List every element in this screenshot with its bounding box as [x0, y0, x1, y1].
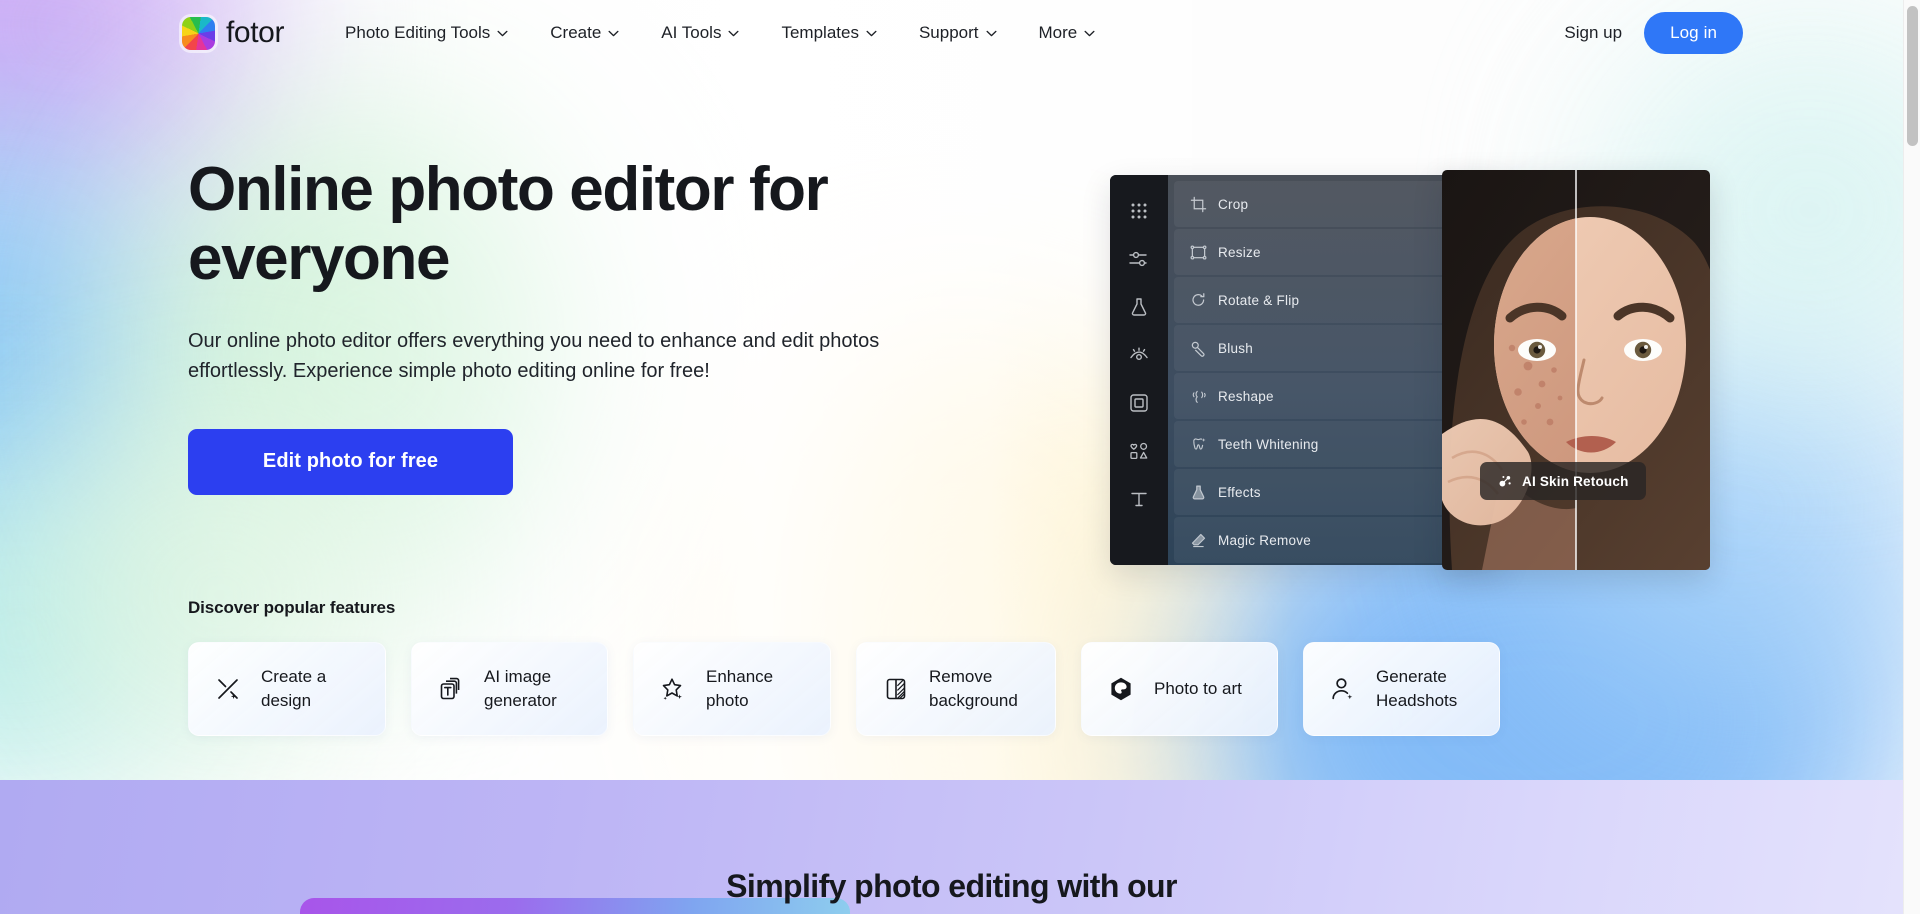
sparkle-star-icon [660, 676, 687, 703]
teeth-whitening-icon [1190, 436, 1207, 453]
headshot-person-icon [1330, 676, 1357, 703]
ai-skin-retouch-icon [1497, 473, 1513, 489]
editor-mockup: Crop Resize Rotate & Flip Blush Reshape [1110, 170, 1710, 570]
feature-card-create-a-design[interactable]: Create a design [188, 642, 386, 736]
header-actions: Sign up Log in [1564, 12, 1743, 54]
sliders-adjust-icon[interactable] [1127, 247, 1151, 271]
tool-label: Reshape [1218, 388, 1274, 404]
tool-label: Rotate & Flip [1218, 292, 1300, 308]
feature-card-photo-to-art[interactable]: Photo to art [1081, 642, 1278, 736]
nav-item-create[interactable]: Create [529, 14, 640, 52]
hero-copy: Online photo editor for everyone Our onl… [188, 155, 948, 495]
feature-label: Remove background [929, 667, 1018, 710]
nav-label: Support [918, 23, 979, 42]
eye-retouch-icon[interactable] [1127, 343, 1151, 367]
editor-left-rail [1110, 175, 1168, 565]
ai-skin-retouch-label: AI Skin Retouch [1522, 473, 1629, 489]
resize-icon [1190, 244, 1207, 261]
log-in-button[interactable]: Log in [1644, 12, 1743, 54]
page-viewport: fotor Photo Editing Tools Create AI Tool… [0, 0, 1903, 914]
blush-icon [1190, 340, 1207, 357]
feature-card-ai-image-generator[interactable]: AI image generator [411, 642, 608, 736]
chevron-down-icon [866, 30, 877, 37]
grid-dots-icon[interactable] [1127, 199, 1151, 223]
scrollbar-thumb[interactable] [1907, 6, 1918, 146]
popular-features-section: Discover popular features Create a desig… [188, 598, 1708, 736]
site-header: fotor Photo Editing Tools Create AI Tool… [0, 0, 1903, 66]
chevron-down-icon [728, 30, 739, 37]
chevron-down-icon [985, 30, 997, 37]
edit-photo-for-free-button[interactable]: Edit photo for free [188, 428, 513, 495]
features-heading: Discover popular features [188, 598, 396, 617]
feature-card-remove-background[interactable]: Remove background [856, 642, 1056, 736]
ai-image-cards-icon [438, 676, 465, 703]
page-root: fotor Photo Editing Tools Create AI Tool… [0, 0, 1920, 914]
chevron-down-icon [608, 30, 619, 37]
portrait-illustration [1442, 170, 1710, 570]
nav-item-photo-editing-tools[interactable]: Photo Editing Tools [324, 14, 529, 52]
feature-label: Generate Headshots [1376, 667, 1458, 710]
frame-border-icon[interactable] [1127, 391, 1151, 415]
lower-section-heading: Simplify photo editing with our [726, 868, 1177, 904]
chevron-down-icon [497, 30, 508, 37]
features-card-row: Create a design AI image generator Enhan… [188, 642, 1708, 736]
tool-label: Resize [1218, 244, 1261, 260]
nav-label: More [1038, 23, 1078, 42]
tool-label: Blush [1218, 340, 1254, 356]
main-nav: Photo Editing Tools Create AI Tools Temp… [324, 14, 1116, 52]
feature-card-enhance-photo[interactable]: Enhance photo [633, 642, 831, 736]
before-after-portrait [1442, 170, 1710, 570]
tool-label: Crop [1218, 196, 1249, 212]
nav-item-ai-tools[interactable]: AI Tools [640, 14, 760, 52]
tool-label: Magic Remove [1218, 532, 1312, 548]
nav-item-more[interactable]: More [1018, 14, 1117, 52]
feature-label: AI image generator [484, 667, 557, 710]
sign-up-link[interactable]: Sign up [1564, 23, 1622, 43]
shapes-elements-icon[interactable] [1127, 439, 1151, 463]
nav-item-support[interactable]: Support [898, 14, 1018, 52]
photo-to-art-icon [1108, 676, 1135, 703]
nav-label: Photo Editing Tools [345, 23, 491, 42]
page-scrollbar[interactable] [1903, 0, 1920, 914]
crop-icon [1190, 196, 1207, 213]
magic-wand-icon [215, 676, 242, 703]
hero-subcopy: Our online photo editor offers everythin… [188, 329, 880, 383]
tool-label: Effects [1218, 484, 1261, 500]
page-title: Online photo editor for everyone [188, 155, 829, 294]
nav-label: Create [550, 23, 602, 42]
text-tool-icon[interactable] [1127, 487, 1151, 511]
feature-label: Enhance photo [706, 667, 774, 710]
remove-background-icon [883, 676, 910, 703]
magic-remove-icon [1190, 532, 1207, 549]
reshape-icon [1190, 388, 1207, 405]
feature-label: Photo to art [1154, 679, 1242, 699]
brand-logo-link[interactable]: fotor [182, 16, 284, 50]
effects-icon [1190, 484, 1207, 501]
rotate-icon [1190, 292, 1207, 309]
ai-skin-retouch-badge[interactable]: AI Skin Retouch [1480, 462, 1646, 500]
nav-item-templates[interactable]: Templates [760, 14, 897, 52]
tool-label: Teeth Whitening [1218, 436, 1319, 452]
brand-name: fotor [226, 16, 285, 49]
feature-label: Create a design [261, 667, 327, 710]
nav-label: Templates [781, 23, 859, 42]
fotor-color-wheel-logo [182, 16, 215, 50]
feature-card-generate-headshots[interactable]: Generate Headshots [1303, 642, 1500, 736]
chevron-down-icon [1084, 30, 1095, 37]
nav-label: AI Tools [661, 23, 722, 42]
beauty-flask-icon[interactable] [1127, 295, 1151, 319]
